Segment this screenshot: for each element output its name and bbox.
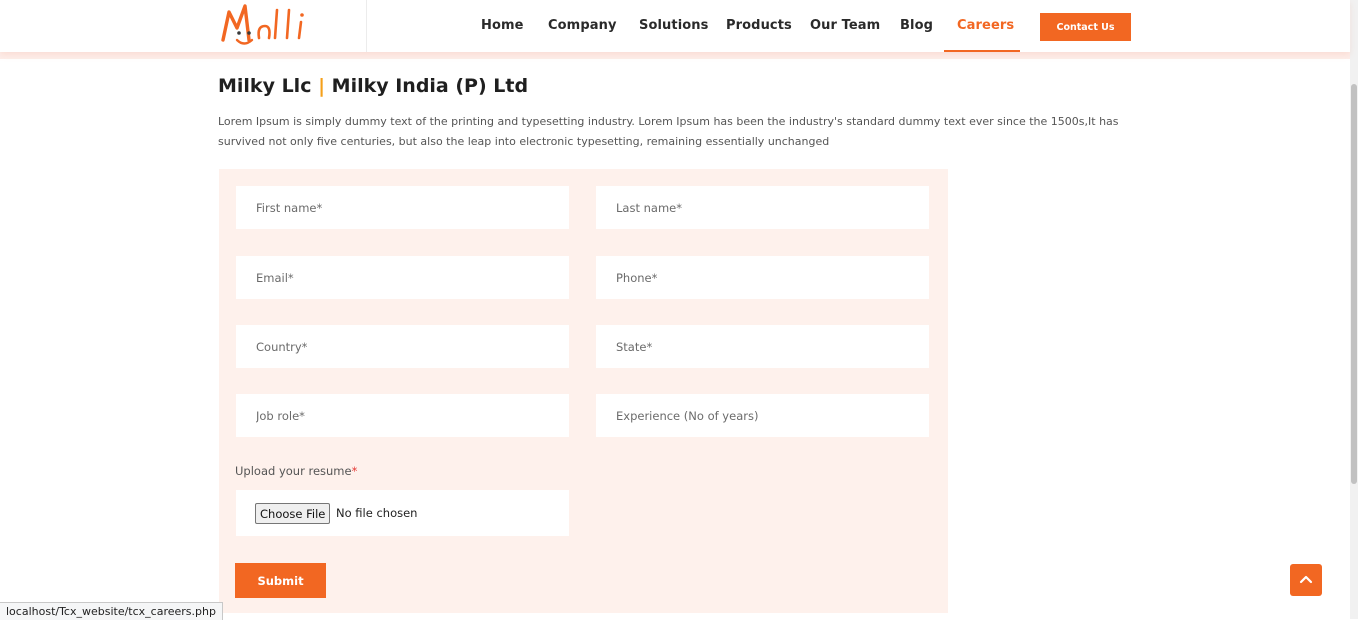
browser-status-url: localhost/Tcx_website/tcx_careers.php — [0, 602, 223, 620]
header-divider — [366, 0, 367, 52]
header-band — [0, 52, 1350, 59]
contact-us-button[interactable]: Contact Us — [1040, 13, 1131, 41]
nav-item-home[interactable]: Home — [481, 18, 524, 33]
last-name-input[interactable] — [596, 186, 929, 229]
nav-item-blog[interactable]: Blog — [900, 18, 933, 33]
back-to-top-button[interactable] — [1290, 564, 1322, 596]
upload-resume-label-text: Upload your resume — [235, 464, 352, 478]
nav-item-our-team[interactable]: Our Team — [810, 18, 880, 33]
page-title-company-2: Milky India (P) Ltd — [331, 75, 529, 97]
chevron-up-icon — [1299, 575, 1313, 584]
required-mark: * — [351, 464, 358, 478]
site-logo[interactable] — [219, 0, 331, 52]
page-title-separator: | — [318, 75, 326, 97]
experience-input[interactable] — [596, 394, 929, 437]
choose-file-button[interactable]: Choose File — [255, 503, 331, 524]
submit-button[interactable]: Submit — [235, 563, 326, 598]
nav-item-careers[interactable]: Careers — [957, 18, 1014, 33]
country-input[interactable] — [236, 325, 569, 368]
scrollbar-thumb[interactable] — [1351, 84, 1357, 484]
phone-input[interactable] — [596, 256, 929, 299]
state-input[interactable] — [596, 325, 929, 368]
site-header: Home Company Solutions Products Our Team… — [0, 0, 1350, 52]
nav-item-products[interactable]: Products — [726, 18, 792, 33]
nav-active-indicator — [944, 50, 1020, 52]
upload-resume-label: Upload your resume* — [235, 464, 357, 478]
nav-item-solutions[interactable]: Solutions — [639, 18, 709, 33]
first-name-input[interactable] — [236, 186, 569, 229]
careers-form-panel — [219, 169, 948, 613]
page-description: Lorem Ipsum is simply dummy text of the … — [218, 115, 1119, 148]
page-title-company-1: Milky Llc — [218, 75, 312, 97]
page-title: Milky Llc | Milky India (P) Ltd — [218, 75, 528, 97]
nav-item-company[interactable]: Company — [548, 18, 617, 33]
job-role-input[interactable] — [236, 394, 569, 437]
file-status-text: No file chosen — [336, 506, 418, 520]
email-input[interactable] — [236, 256, 569, 299]
